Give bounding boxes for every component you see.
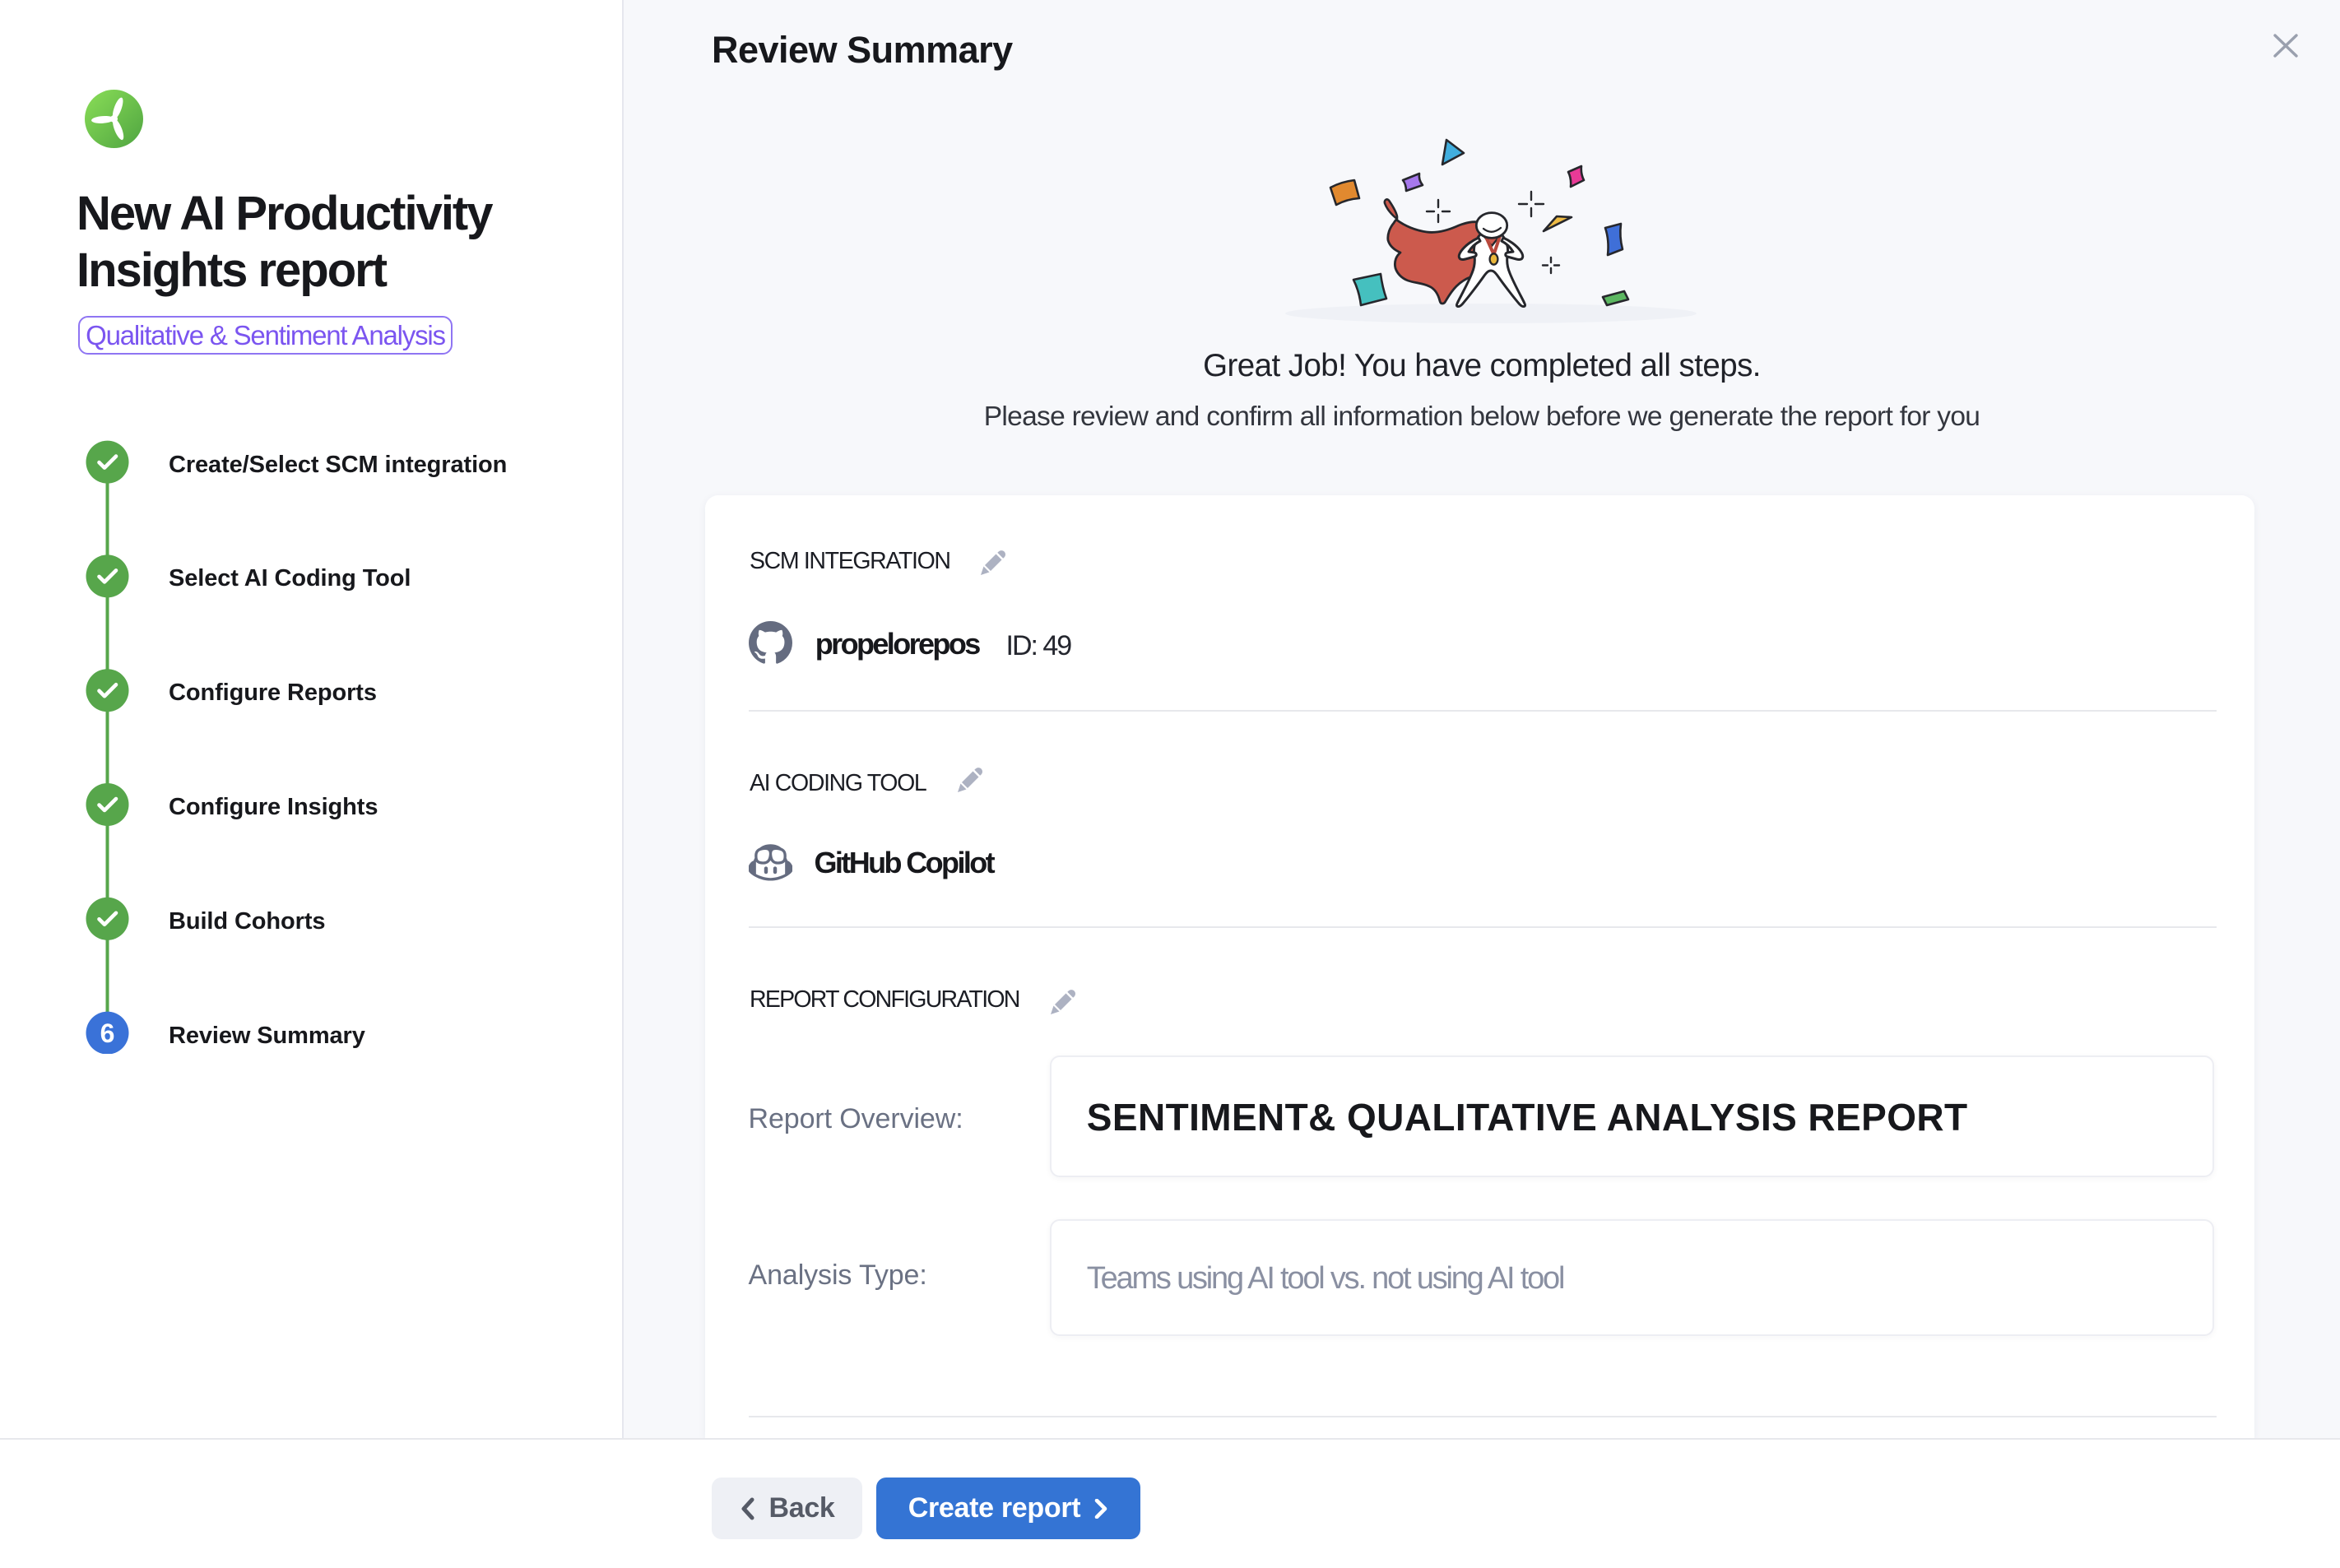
svg-text:6: 6 [100,1018,115,1048]
